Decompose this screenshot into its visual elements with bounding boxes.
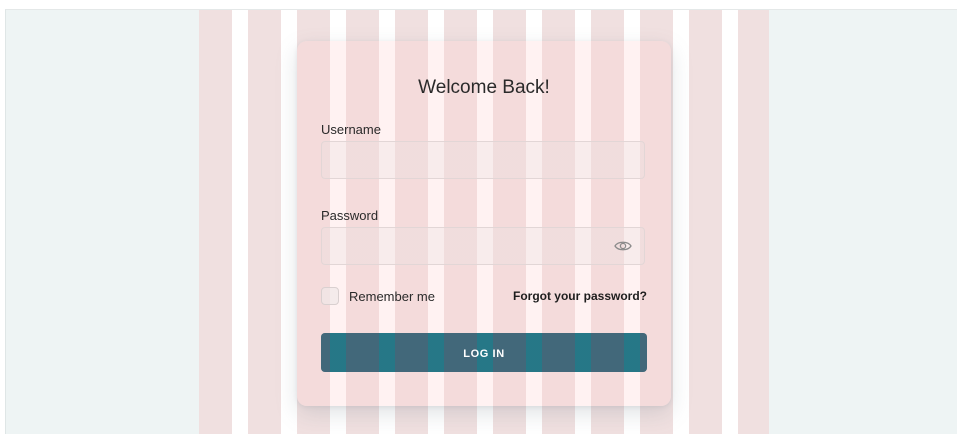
password-field-wrapper [321,227,645,265]
forgot-password-link[interactable]: Forgot your password? [513,289,647,303]
username-field-wrapper [321,141,645,179]
remember-me-checkbox[interactable] [321,287,339,305]
login-button[interactable]: LOG IN [321,333,647,372]
username-label: Username [321,122,381,137]
password-label: Password [321,208,379,223]
page-background: Welcome Back! Username Password Remember… [5,9,957,434]
login-title: Welcome Back! [418,77,550,98]
password-input[interactable] [322,228,644,264]
eye-icon[interactable] [614,239,632,253]
login-card: Welcome Back! Username Password Remember… [297,41,671,406]
username-input[interactable] [322,142,644,178]
remember-me-label[interactable]: Remember me [349,289,435,304]
remember-row: Remember me Forgot your password? [321,287,647,307]
login-button-label: LOG IN [463,348,505,360]
